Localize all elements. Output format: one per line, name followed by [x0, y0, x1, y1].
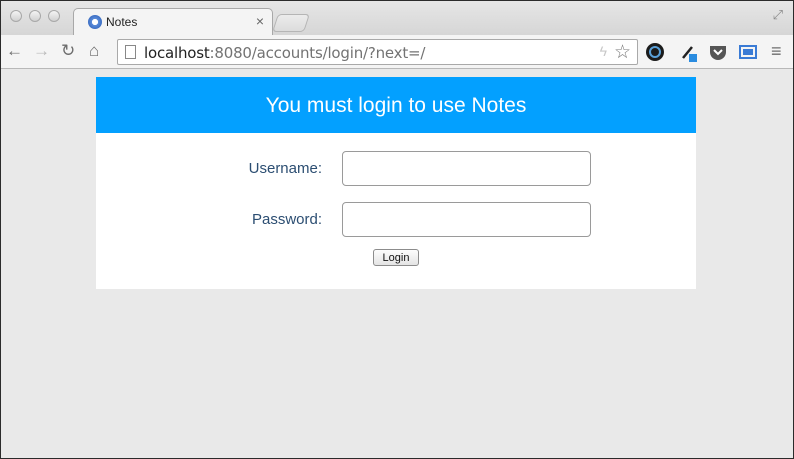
- tab-close-icon[interactable]: ×: [256, 13, 264, 29]
- username-row: Username:: [96, 151, 696, 187]
- password-label: Password:: [251, 211, 322, 228]
- login-button[interactable]: Login: [373, 249, 419, 266]
- cast-icon[interactable]: [738, 42, 758, 62]
- back-icon[interactable]: ←: [6, 41, 23, 61]
- address-bar[interactable]: localhost:8080/accounts/login/?next=/ ϟ …: [117, 39, 638, 65]
- url-path: :8080/accounts/login/?next=/: [209, 44, 426, 62]
- login-heading: You must login to use Notes: [96, 77, 696, 133]
- login-panel: You must login to use Notes Username: Pa…: [96, 77, 696, 289]
- username-field[interactable]: [342, 151, 591, 186]
- tab-notes[interactable]: Notes ×: [73, 8, 273, 35]
- tab-strip: Notes × ⤢: [1, 1, 793, 35]
- eyedropper-icon[interactable]: [679, 42, 699, 62]
- home-icon[interactable]: ⌂: [89, 41, 99, 61]
- username-label: Username:: [248, 160, 322, 177]
- browser-toolbar: ← → ↻ ⌂ localhost:8080/accounts/login/?n…: [1, 35, 793, 69]
- menu-icon[interactable]: ≡: [771, 41, 782, 61]
- favicon-icon: [88, 15, 102, 29]
- reload-icon[interactable]: ↻: [61, 41, 75, 61]
- star-icon[interactable]: ☆: [614, 41, 631, 64]
- password-row: Password:: [96, 202, 696, 238]
- bolt-icon[interactable]: ϟ: [600, 43, 607, 59]
- page-icon: [125, 45, 136, 59]
- new-tab-button[interactable]: [272, 14, 310, 32]
- browser-window: Notes × ⤢ ← → ↻ ⌂ localhost:8080/account…: [0, 0, 794, 459]
- fullscreen-icon[interactable]: ⤢: [773, 7, 783, 23]
- zoom-window-icon[interactable]: [48, 10, 60, 22]
- url-host: localhost: [144, 44, 210, 62]
- forward-icon[interactable]: →: [33, 41, 50, 61]
- minimize-window-icon[interactable]: [29, 10, 41, 22]
- extension-icon[interactable]: [645, 42, 665, 62]
- close-window-icon[interactable]: [10, 10, 22, 22]
- page-viewport: You must login to use Notes Username: Pa…: [1, 70, 793, 458]
- tab-title: Notes: [106, 15, 138, 29]
- url-text[interactable]: localhost:8080/accounts/login/?next=/: [144, 44, 425, 62]
- password-field[interactable]: [342, 202, 591, 237]
- pocket-icon[interactable]: [708, 42, 728, 62]
